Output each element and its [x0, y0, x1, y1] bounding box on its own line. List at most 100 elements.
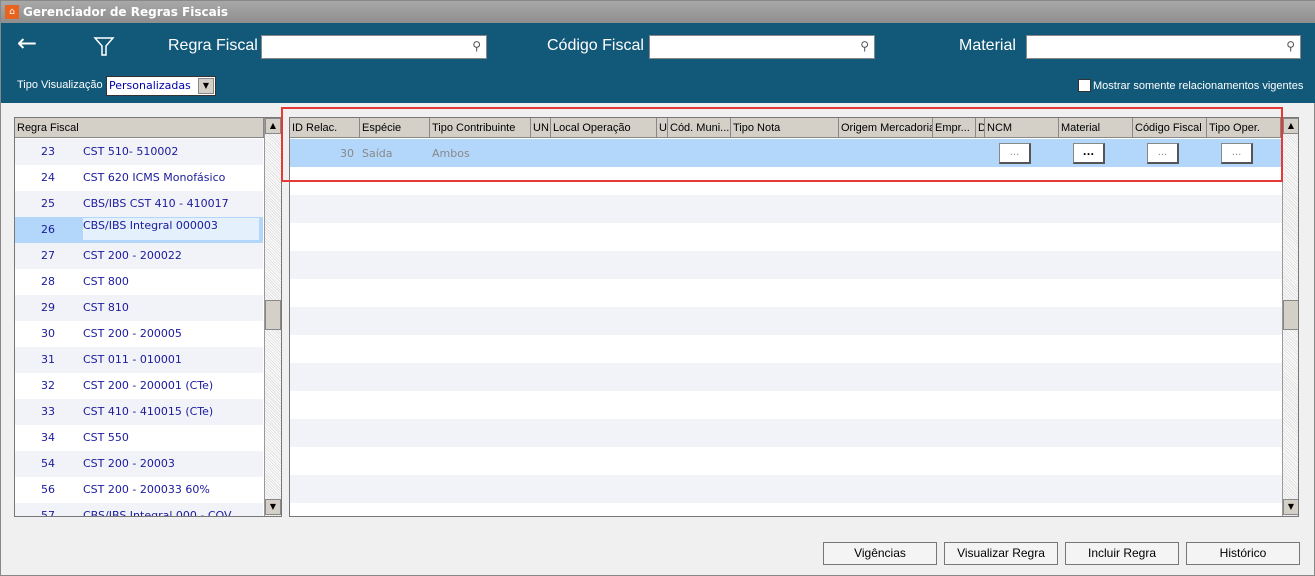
left-scrollbar[interactable]: ▲ ▼	[264, 118, 281, 516]
regra-fiscal-row[interactable]: 23 CST 510- 510002	[15, 139, 263, 165]
regra-name: CST 410 - 410015 (CTe)	[83, 405, 214, 418]
regra-fiscal-row[interactable]: 32 CST 200 - 200001 (CTe)	[15, 373, 263, 399]
codigo-fiscal-ellipsis-button[interactable]: ...	[1147, 143, 1179, 164]
vigencias-button[interactable]: Vigências	[823, 542, 937, 565]
vigentes-label: Mostrar somente relacionamentos vigentes	[1093, 79, 1304, 92]
regra-fiscal-row[interactable]: 28 CST 800	[15, 269, 263, 295]
codigo-fiscal-search-input[interactable]: ⚲	[649, 35, 875, 59]
grid-empty-row	[290, 167, 1282, 195]
scroll-thumb[interactable]	[265, 300, 281, 330]
search-icon[interactable]: ⚲	[860, 39, 869, 53]
relacionamentos-grid: ID Relac. Espécie Tipo Contribuinte UN Local…	[289, 117, 1299, 517]
column-header[interactable]: Tipo Oper.	[1207, 118, 1281, 138]
grid-empty-row	[290, 447, 1282, 475]
scroll-up-icon[interactable]: ▲	[1283, 118, 1298, 134]
grid-empty-row	[290, 279, 1282, 307]
column-header[interactable]: Material	[1059, 118, 1133, 138]
material-label: Material	[959, 37, 1016, 54]
regra-fiscal-row[interactable]: 33 CST 410 - 410015 (CTe)	[15, 399, 263, 425]
column-header[interactable]: Código Fiscal	[1133, 118, 1207, 138]
regra-fiscal-row[interactable]: 29 CST 810	[15, 295, 263, 321]
column-header[interactable]: Local Operação	[551, 118, 657, 138]
tipo-oper-ellipsis-button[interactable]: ...	[1221, 143, 1253, 164]
grid-empty-row	[290, 391, 1282, 419]
regra-name: CST 011 - 010001	[83, 353, 182, 366]
regra-id: 23	[41, 145, 55, 158]
scroll-down-icon[interactable]: ▼	[265, 499, 281, 515]
column-header[interactable]: Tipo Contribuinte	[430, 118, 531, 138]
regra-name: CST 200 - 20003	[83, 457, 175, 470]
regra-fiscal-row[interactable]: 25 CBS/IBS CST 410 - 410017	[15, 191, 263, 217]
regra-id: 33	[41, 405, 55, 418]
grid-empty-row	[290, 223, 1282, 251]
regra-name: CST 550	[83, 431, 129, 444]
regra-name: CST 800	[83, 275, 129, 288]
regra-id: 28	[41, 275, 55, 288]
search-icon[interactable]: ⚲	[1286, 39, 1295, 53]
regra-id: 29	[41, 301, 55, 314]
grid-empty-row	[290, 419, 1282, 447]
regra-id: 27	[41, 249, 55, 262]
chevron-down-icon[interactable]: ▼	[198, 78, 214, 94]
grid-row[interactable]: 30 Saída Ambos ... ... ... ...	[290, 139, 1282, 167]
regra-fiscal-row[interactable]: 54 CST 200 - 20003	[15, 451, 263, 477]
regra-fiscal-row[interactable]: 27 CST 200 - 200022	[15, 243, 263, 269]
column-header[interactable]: Espécie	[360, 118, 430, 138]
back-arrow-icon[interactable]: ←	[17, 29, 37, 57]
column-header[interactable]: Empr...	[933, 118, 976, 138]
vigentes-checkbox-row[interactable]: Mostrar somente relacionamentos vigentes	[1078, 79, 1303, 92]
regra-id: 57	[41, 509, 55, 517]
scroll-thumb[interactable]	[1283, 300, 1298, 330]
regra-fiscal-row[interactable]: 31 CST 011 - 010001	[15, 347, 263, 373]
regra-name: CST 620 ICMS Monofásico	[83, 171, 226, 184]
material-ellipsis-button[interactable]: ...	[1073, 143, 1105, 164]
regra-name: CST 810	[83, 301, 129, 314]
regra-fiscal-row[interactable]: 24 CST 620 ICMS Monofásico	[15, 165, 263, 191]
filter-icon[interactable]	[93, 35, 115, 57]
id-relac-cell: 30	[340, 147, 354, 160]
regra-id: 34	[41, 431, 55, 444]
column-header[interactable]: D	[976, 118, 985, 138]
historico-button[interactable]: Histórico	[1186, 542, 1300, 565]
visualizar-regra-button[interactable]: Visualizar Regra	[944, 542, 1058, 565]
tipo-visualizacao-label: Tipo Visualização	[17, 79, 103, 91]
regra-fiscal-row[interactable]: 34 CST 550	[15, 425, 263, 451]
grid-empty-row	[290, 335, 1282, 363]
search-icon[interactable]: ⚲	[472, 39, 481, 53]
regra-id: 54	[41, 457, 55, 470]
grid-empty-row	[290, 503, 1282, 516]
regra-fiscal-row[interactable]: 56 CST 200 - 200033 60%	[15, 477, 263, 503]
column-header[interactable]: UN	[531, 118, 551, 138]
regra-fiscal-row[interactable]: 57 CBS/IBS Integral 000 - COV	[15, 503, 263, 517]
regra-id: 32	[41, 379, 55, 392]
regra-fiscal-row[interactable]: 30 CST 200 - 200005	[15, 321, 263, 347]
column-header[interactable]: Tipo Nota	[731, 118, 839, 138]
column-header[interactable]: Cód. Muni...	[668, 118, 731, 138]
regra-name: CST 510- 510002	[83, 145, 179, 158]
column-header[interactable]: Origem Mercadoria	[839, 118, 933, 138]
regra-name: CST 200 - 200001 (CTe)	[83, 379, 214, 392]
grid-scrollbar[interactable]: ▲ ▼	[1282, 118, 1298, 516]
scroll-up-icon[interactable]: ▲	[265, 118, 281, 134]
scroll-down-icon[interactable]: ▼	[1283, 499, 1298, 515]
regra-id: 30	[41, 327, 55, 340]
regra-name: CBS/IBS CST 410 - 410017	[83, 197, 229, 210]
regra-id: 25	[41, 197, 55, 210]
grid-empty-row	[290, 195, 1282, 223]
column-header[interactable]: ID Relac.	[290, 118, 360, 138]
incluir-regra-button[interactable]: Incluir Regra	[1065, 542, 1179, 565]
regra-name: CST 200 - 200022	[83, 249, 182, 262]
regra-fiscal-row[interactable]: 26 CBS/IBS Integral 000003	[15, 217, 263, 243]
vigentes-checkbox[interactable]	[1078, 79, 1091, 92]
column-header[interactable]: U	[657, 118, 668, 138]
regra-fiscal-search-input[interactable]: ⚲	[261, 35, 487, 59]
regra-fiscal-column-header[interactable]: Regra Fiscal	[15, 118, 264, 138]
material-search-input[interactable]: ⚲	[1026, 35, 1301, 59]
regra-name: CST 200 - 200033 60%	[83, 483, 210, 496]
regra-name: CBS/IBS Integral 000003	[83, 218, 259, 240]
tipo-visualizacao-select[interactable]: Personalizadas ▼	[106, 76, 216, 96]
column-header[interactable]: NCM	[985, 118, 1059, 138]
regra-name: CST 200 - 200005	[83, 327, 182, 340]
tipo-contribuinte-cell: Ambos	[432, 147, 470, 160]
ncm-ellipsis-button[interactable]: ...	[999, 143, 1031, 164]
